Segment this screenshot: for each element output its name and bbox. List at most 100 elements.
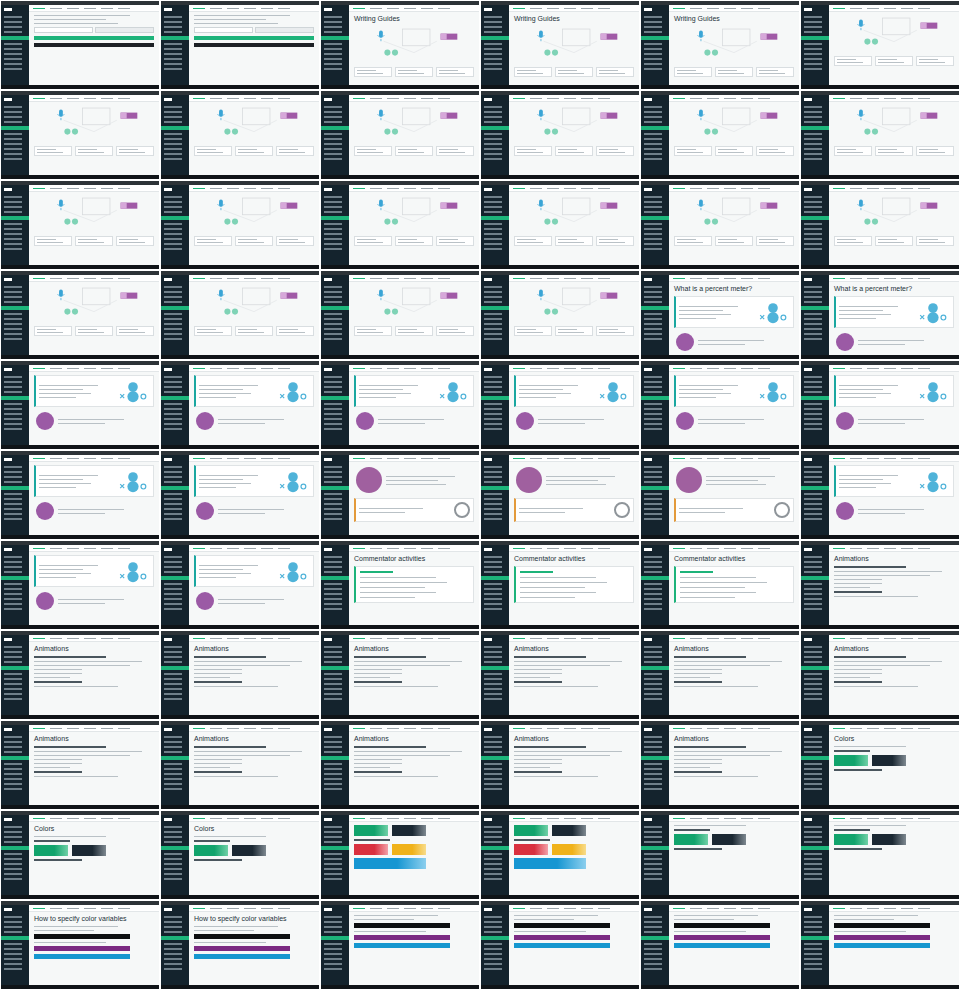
- nav-item[interactable]: [547, 8, 559, 9]
- frame-thumbnail[interactable]: [0, 180, 160, 270]
- sidebar-item[interactable]: [804, 53, 822, 55]
- frame-thumbnail[interactable]: [480, 900, 640, 990]
- sidebar-item[interactable]: [164, 921, 182, 923]
- nav-item[interactable]: [513, 368, 525, 369]
- nav-item[interactable]: [530, 638, 542, 639]
- sidebar-item[interactable]: [484, 158, 502, 160]
- sidebar-item[interactable]: [484, 603, 502, 605]
- sidebar-item[interactable]: [484, 746, 502, 748]
- nav-item[interactable]: [724, 8, 736, 9]
- sidebar-item[interactable]: [324, 238, 342, 240]
- sidebar-item[interactable]: [161, 756, 189, 760]
- sidebar-item[interactable]: [484, 196, 502, 198]
- sidebar-item[interactable]: [644, 338, 662, 340]
- nav-item[interactable]: [564, 98, 576, 99]
- nav-item[interactable]: [84, 548, 96, 549]
- sidebar-item[interactable]: [164, 391, 182, 393]
- sidebar-item[interactable]: [641, 396, 669, 400]
- nav-item[interactable]: [901, 458, 913, 459]
- sidebar-item[interactable]: [1, 756, 29, 760]
- frame-thumbnail[interactable]: Colors: [0, 810, 160, 900]
- sidebar-item[interactable]: [484, 243, 502, 245]
- frame-thumbnail[interactable]: Animations: [640, 630, 800, 720]
- frame-thumbnail[interactable]: [320, 180, 480, 270]
- nav-item[interactable]: [707, 458, 719, 459]
- sidebar-item[interactable]: [324, 111, 342, 113]
- sidebar-item[interactable]: [324, 318, 342, 320]
- sidebar-item[interactable]: [481, 486, 509, 490]
- nav-item[interactable]: [404, 278, 416, 279]
- nav-item[interactable]: [901, 818, 913, 819]
- nav-item[interactable]: [673, 368, 685, 369]
- sidebar-item[interactable]: [324, 63, 342, 65]
- sidebar-item[interactable]: [644, 403, 662, 405]
- frame-thumbnail[interactable]: [160, 360, 320, 450]
- nav-item[interactable]: [353, 98, 365, 99]
- sidebar-item[interactable]: [4, 43, 22, 45]
- nav-item[interactable]: [850, 548, 862, 549]
- sidebar-item[interactable]: [4, 603, 22, 605]
- nav-item[interactable]: [118, 638, 130, 639]
- sidebar-item[interactable]: [644, 736, 662, 738]
- nav-item[interactable]: [884, 638, 896, 639]
- frame-thumbnail[interactable]: [480, 90, 640, 180]
- sidebar-item[interactable]: [324, 683, 342, 685]
- sidebar-item[interactable]: [164, 31, 182, 33]
- nav-item[interactable]: [833, 98, 845, 99]
- nav-item[interactable]: [278, 638, 290, 639]
- nav-item[interactable]: [404, 908, 416, 909]
- nav-item[interactable]: [741, 638, 753, 639]
- nav-item[interactable]: [227, 188, 239, 189]
- nav-item[interactable]: [261, 368, 273, 369]
- sidebar-item[interactable]: [484, 206, 502, 208]
- sidebar-item[interactable]: [644, 301, 662, 303]
- sidebar-item[interactable]: [4, 593, 22, 595]
- nav-item[interactable]: [741, 368, 753, 369]
- sidebar-item[interactable]: [4, 503, 22, 505]
- nav-item[interactable]: [210, 458, 222, 459]
- sidebar-item[interactable]: [4, 201, 22, 203]
- nav-item[interactable]: [387, 818, 399, 819]
- sidebar-item[interactable]: [641, 666, 669, 670]
- sidebar-item[interactable]: [4, 26, 22, 28]
- frame-thumbnail[interactable]: [0, 0, 160, 90]
- sidebar-item[interactable]: [324, 26, 342, 28]
- sidebar-item[interactable]: [804, 673, 822, 675]
- sidebar-item[interactable]: [164, 206, 182, 208]
- nav-item[interactable]: [867, 98, 879, 99]
- frame-thumbnail[interactable]: Animations: [320, 630, 480, 720]
- sidebar-item[interactable]: [484, 921, 502, 923]
- sidebar-item[interactable]: [324, 948, 342, 950]
- sidebar-item[interactable]: [484, 211, 502, 213]
- nav-item[interactable]: [850, 8, 862, 9]
- sidebar-item[interactable]: [324, 688, 342, 690]
- sidebar-item[interactable]: [164, 561, 182, 563]
- sidebar-item[interactable]: [164, 53, 182, 55]
- sidebar-item[interactable]: [4, 111, 22, 113]
- sidebar-item[interactable]: [164, 196, 182, 198]
- sidebar-item[interactable]: [4, 196, 22, 198]
- nav-item[interactable]: [370, 548, 382, 549]
- sidebar-item[interactable]: [484, 381, 502, 383]
- nav-item[interactable]: [84, 8, 96, 9]
- sidebar-item[interactable]: [164, 21, 182, 23]
- nav-item[interactable]: [50, 368, 62, 369]
- sidebar-item[interactable]: [644, 968, 662, 970]
- sidebar-item[interactable]: [801, 126, 829, 130]
- sidebar-item[interactable]: [804, 206, 822, 208]
- nav-item[interactable]: [438, 98, 450, 99]
- sidebar-item[interactable]: [484, 121, 502, 123]
- sidebar-item[interactable]: [644, 608, 662, 610]
- sidebar-item[interactable]: [484, 403, 502, 405]
- sidebar-item[interactable]: [164, 593, 182, 595]
- sidebar-item[interactable]: [4, 688, 22, 690]
- sidebar-item[interactable]: [324, 503, 342, 505]
- sidebar-item[interactable]: [324, 228, 342, 230]
- sidebar-item[interactable]: [324, 106, 342, 108]
- nav-item[interactable]: [564, 368, 576, 369]
- sidebar-item[interactable]: [644, 58, 662, 60]
- sidebar-item[interactable]: [484, 953, 502, 955]
- frame-thumbnail[interactable]: [640, 450, 800, 540]
- sidebar-item[interactable]: [164, 858, 182, 860]
- nav-item[interactable]: [261, 188, 273, 189]
